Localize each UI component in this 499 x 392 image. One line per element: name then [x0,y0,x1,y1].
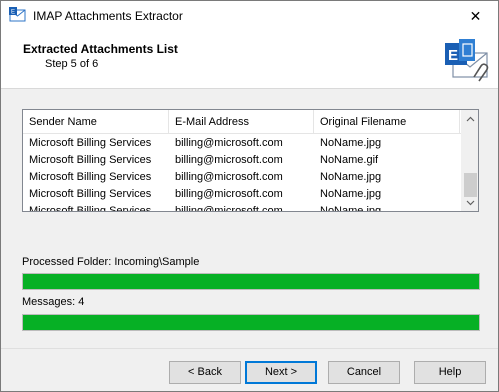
chevron-up-icon [466,116,475,121]
scroll-up-button[interactable] [462,110,478,127]
table-row[interactable]: Microsoft Billing Services billing@micro… [23,203,462,211]
svg-text:E: E [11,10,15,16]
folder-progress-bar [22,273,480,290]
help-button[interactable]: Help [414,361,486,384]
filename-cell: NoName.jpg [320,205,382,211]
wizard-footer: < Back Next > Cancel Help [1,348,498,391]
email-address-cell: billing@microsoft.com [175,205,283,211]
column-header-original-filename[interactable]: Original Filename [314,110,460,134]
vertical-scrollbar[interactable] [461,110,478,211]
scroll-down-button[interactable] [462,194,478,211]
email-address-cell: billing@microsoft.com [175,188,283,200]
sender-name-cell: Microsoft Billing Services [29,154,152,166]
next-button[interactable]: Next > [245,361,317,384]
sender-name-cell: Microsoft Billing Services [29,205,152,211]
step-indicator: Step 5 of 6 [45,58,99,70]
email-address-cell: billing@microsoft.com [175,171,283,183]
table-row[interactable]: Microsoft Billing Services billing@micro… [23,152,462,169]
sender-name-cell: Microsoft Billing Services [29,188,152,200]
back-button[interactable]: < Back [169,361,241,384]
wizard-header: Extracted Attachments List Step 5 of 6 E [1,31,498,89]
list-header: Sender Name E-Mail Address Original File… [23,110,462,134]
messages-progress-fill [23,315,479,330]
sender-name-cell: Microsoft Billing Services [29,137,152,149]
attachments-list[interactable]: Sender Name E-Mail Address Original File… [22,109,479,212]
filename-cell: NoName.gif [320,154,379,166]
window-title: IMAP Attachments Extractor [33,9,183,23]
table-row[interactable]: Microsoft Billing Services billing@micro… [23,186,462,203]
chevron-down-icon [466,200,475,205]
exchange-mail-attachment-icon: E [439,35,491,83]
svg-text:E: E [448,47,458,64]
table-row[interactable]: Microsoft Billing Services billing@micro… [23,169,462,186]
cancel-button[interactable]: Cancel [328,361,400,384]
messages-label: Messages: 4 [22,296,85,308]
list-body: Microsoft Billing Services billing@micro… [23,134,462,211]
wizard-content: Sender Name E-Mail Address Original File… [1,90,498,348]
email-address-cell: billing@microsoft.com [175,137,283,149]
folder-progress-fill [23,274,479,289]
processed-folder-label: Processed Folder: Incoming\Sample [22,256,200,268]
sender-name-cell: Microsoft Billing Services [29,171,152,183]
messages-progress-bar [22,314,480,331]
close-button[interactable]: ✕ [453,1,498,31]
filename-cell: NoName.jpg [320,137,382,149]
page-title: Extracted Attachments List [23,42,178,56]
table-row[interactable]: Microsoft Billing Services billing@micro… [23,135,462,152]
title-bar: E IMAP Attachments Extractor ✕ [1,1,498,31]
close-icon: ✕ [469,7,482,24]
app-icon: E [9,7,27,23]
column-header-email-address[interactable]: E-Mail Address [169,110,314,134]
email-address-cell: billing@microsoft.com [175,154,283,166]
wizard-window: E IMAP Attachments Extractor ✕ Extracted… [0,0,499,392]
column-header-sender-name[interactable]: Sender Name [23,110,169,134]
filename-cell: NoName.jpg [320,188,382,200]
filename-cell: NoName.jpg [320,171,382,183]
